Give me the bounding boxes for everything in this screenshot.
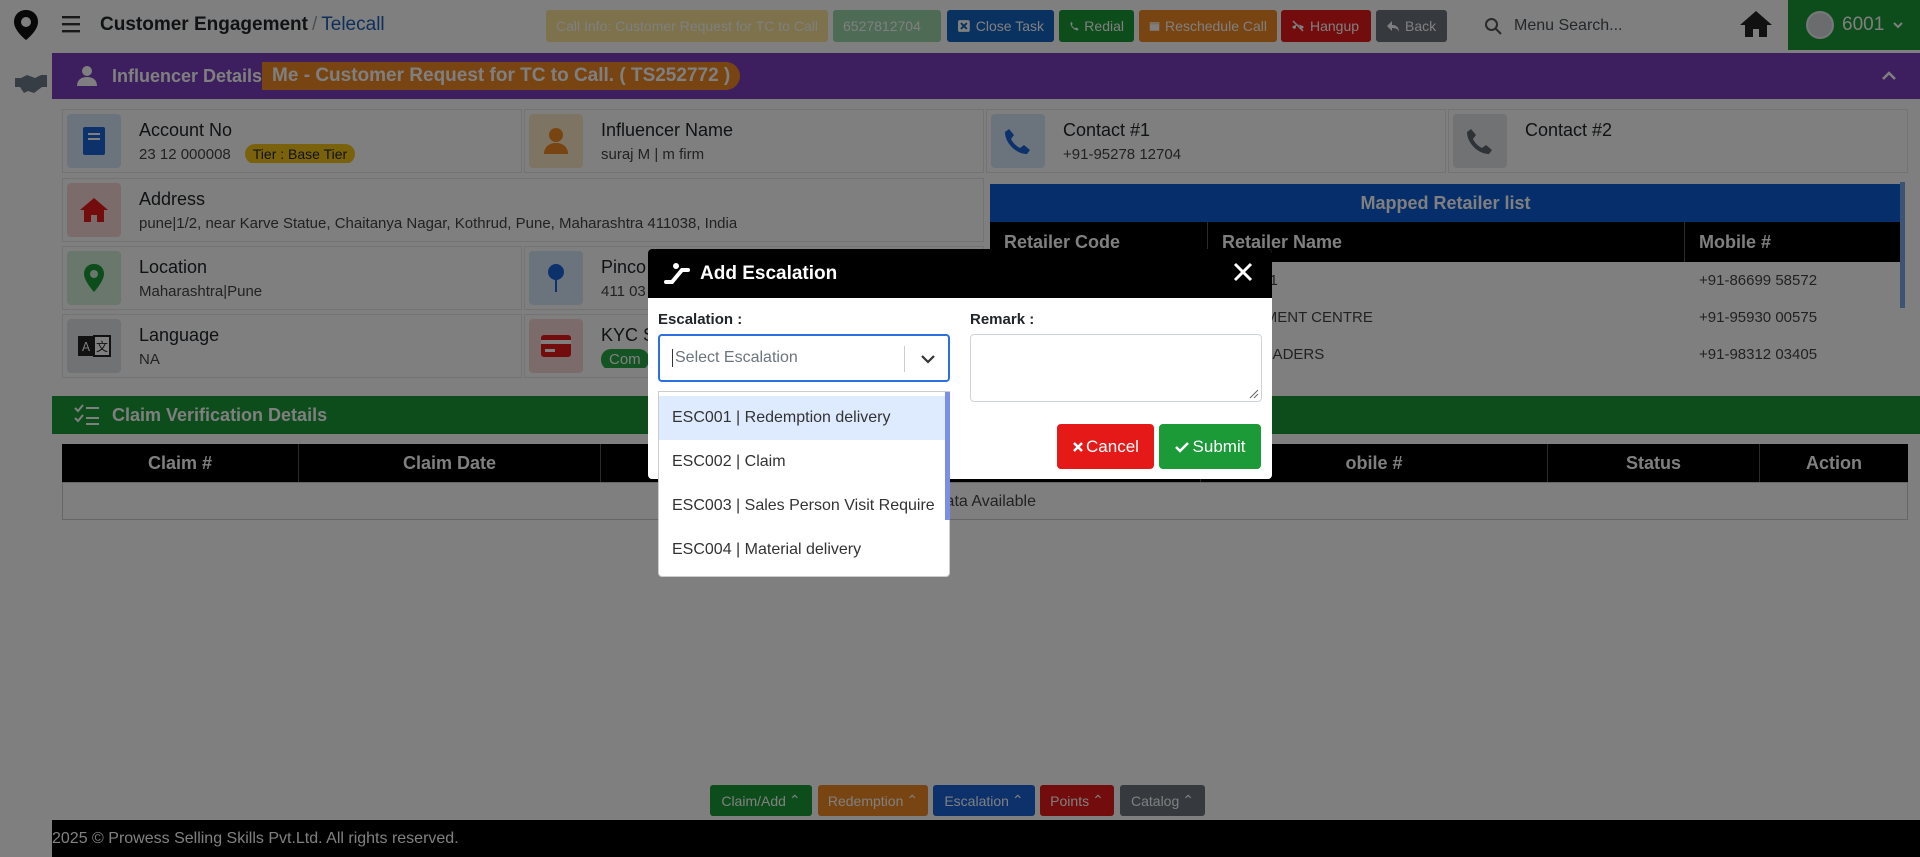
modal-header: Add Escalation xyxy=(648,249,1272,298)
escalation-select[interactable]: Select Escalation xyxy=(658,334,950,382)
resize-handle-icon[interactable] xyxy=(1249,389,1259,399)
dropdown-scrollbar[interactable] xyxy=(945,392,950,520)
modal-title: Add Escalation xyxy=(700,262,838,284)
cancel-button[interactable]: Cancel xyxy=(1057,424,1154,469)
remark-textarea[interactable] xyxy=(970,334,1262,402)
escalation-placeholder: Select Escalation xyxy=(672,349,798,367)
escalator-icon xyxy=(664,262,690,284)
escalation-label: Escalation : xyxy=(658,311,743,328)
close-icon[interactable] xyxy=(1232,261,1254,283)
option-esc001[interactable]: ESC001 | Redemption delivery xyxy=(659,396,946,440)
submit-button[interactable]: Submit xyxy=(1159,424,1261,469)
chevron-down-icon[interactable] xyxy=(920,351,936,367)
option-esc004[interactable]: ESC004 | Material delivery xyxy=(659,528,946,572)
select-divider xyxy=(904,346,905,372)
option-esc003[interactable]: ESC003 | Sales Person Visit Require xyxy=(659,484,946,528)
close-icon xyxy=(1073,441,1083,452)
option-esc002[interactable]: ESC002 | Claim xyxy=(659,440,946,484)
remark-label: Remark : xyxy=(970,311,1035,328)
check-icon xyxy=(1174,441,1189,453)
escalation-dropdown: ESC001 | Redemption delivery ESC002 | Cl… xyxy=(658,391,950,577)
